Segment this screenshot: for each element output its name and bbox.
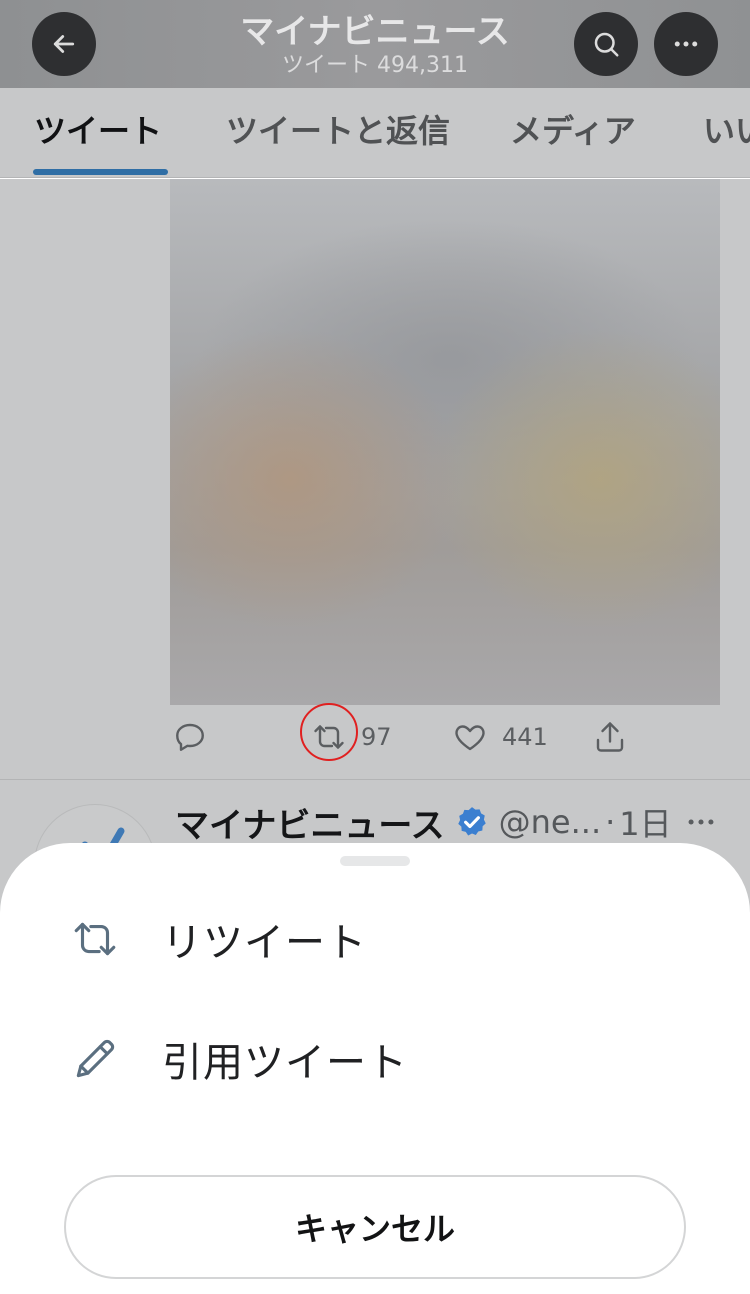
header-title-block: マイナビニュース ツイート 494,311 bbox=[200, 12, 550, 80]
retweet-option[interactable]: リツイート bbox=[0, 888, 750, 988]
reply-button[interactable] bbox=[172, 719, 208, 755]
profile-header: マイナビニュース ツイート 494,311 bbox=[0, 0, 750, 88]
tab-media[interactable]: メディア bbox=[510, 88, 636, 177]
quote-tweet-option-label: 引用ツイート bbox=[162, 1040, 408, 1086]
tab-likes[interactable]: いいね bbox=[703, 88, 750, 177]
search-button[interactable] bbox=[574, 12, 638, 76]
tab-tweets-and-replies[interactable]: ツイートと返信 bbox=[226, 88, 450, 177]
author-handle[interactable]: @ne... bbox=[499, 803, 601, 841]
tweet-action-bar: 97 441 bbox=[0, 709, 750, 779]
search-icon bbox=[594, 32, 619, 57]
next-tweet-header: マイナビニュース @ne... · 1日 bbox=[175, 797, 672, 847]
verified-badge-icon bbox=[457, 807, 486, 836]
share-button[interactable] bbox=[592, 719, 628, 755]
more-button[interactable] bbox=[654, 12, 718, 76]
heart-icon bbox=[455, 725, 485, 751]
share-icon bbox=[596, 722, 624, 752]
profile-tabs: ツイート ツイートと返信 メディア いいね bbox=[0, 88, 750, 178]
active-tab-indicator bbox=[33, 169, 168, 175]
retweet-option-label: リツイート bbox=[162, 920, 367, 966]
sheet-grabber[interactable] bbox=[340, 856, 410, 866]
quote-tweet-option[interactable]: 引用ツイート bbox=[0, 1008, 750, 1108]
back-button[interactable] bbox=[32, 12, 96, 76]
retweet-icon bbox=[74, 922, 116, 956]
header-tweet-count: ツイート 494,311 bbox=[282, 53, 468, 78]
author-name[interactable]: マイナビニュース bbox=[175, 798, 445, 847]
retweet-count: 97 bbox=[361, 723, 392, 751]
more-horizontal-icon bbox=[674, 41, 698, 47]
screen: マイナビニュース ツイート 494,311 ツイート ツイートと返信 メディア … bbox=[0, 0, 750, 1294]
tweet-timestamp[interactable]: 1日 bbox=[619, 799, 671, 845]
like-count: 441 bbox=[502, 723, 548, 751]
tweet-more-icon[interactable] bbox=[684, 805, 718, 839]
reply-icon bbox=[176, 723, 204, 751]
retweet-highlight-ring bbox=[300, 703, 358, 761]
meta-separator: · bbox=[605, 803, 616, 841]
arrow-left-icon bbox=[53, 35, 75, 53]
like-button[interactable]: 441 bbox=[452, 719, 548, 755]
tweet-media-image[interactable] bbox=[170, 179, 720, 705]
tab-tweets[interactable]: ツイート bbox=[34, 88, 162, 177]
retweet-action-sheet: リツイート 引用ツイート キャンセル bbox=[0, 843, 750, 1294]
header-title: マイナビニュース bbox=[240, 12, 510, 52]
pencil-icon bbox=[76, 1039, 115, 1078]
tweet-divider bbox=[0, 779, 750, 780]
cancel-button[interactable]: キャンセル bbox=[64, 1175, 686, 1279]
